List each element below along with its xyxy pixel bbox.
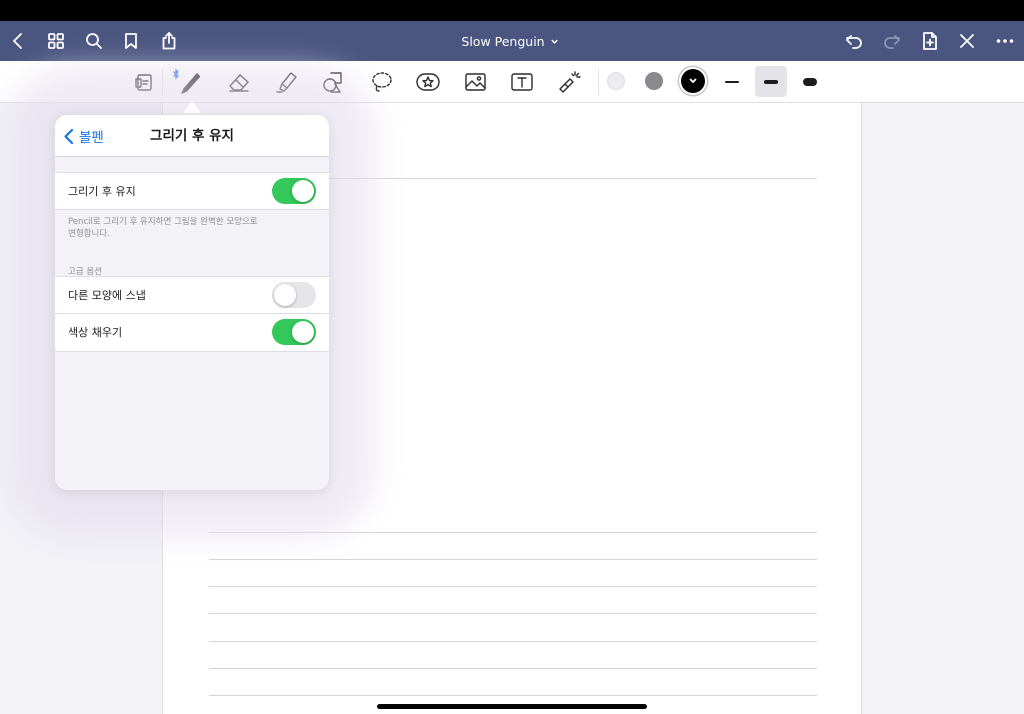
chevron-down-icon (550, 39, 558, 44)
ruled-line (209, 668, 817, 669)
ruled-line (209, 641, 817, 642)
toggle-row-snap: 다른 모양에 스냅 (55, 276, 329, 314)
grid-icon[interactable] (41, 21, 71, 61)
width-thick[interactable] (794, 66, 826, 97)
lasso-icon[interactable] (364, 66, 398, 98)
document-title-text: Slow Penguin (461, 33, 545, 49)
document-title[interactable]: Slow Penguin (430, 21, 590, 61)
laser-pointer-icon[interactable] (552, 66, 586, 98)
fill-color-toggle[interactable] (272, 319, 316, 345)
image-icon[interactable] (458, 66, 492, 98)
undo-icon[interactable] (839, 21, 869, 61)
more-icon[interactable] (990, 21, 1020, 61)
color-gray[interactable] (645, 72, 663, 90)
popover-title: 그리기 후 유지 (150, 128, 234, 144)
toggle-label: 다른 모양에 스냅 (68, 289, 146, 302)
width-thin[interactable] (716, 66, 748, 97)
back-icon[interactable] (3, 21, 33, 61)
ruled-line (209, 695, 817, 696)
toggle-label: 색상 채우기 (68, 326, 123, 339)
toggle-knob (292, 180, 314, 202)
ruled-line (209, 586, 817, 587)
shape-settings-popover: 볼펜 그리기 후 유지 그리기 후 유지 Pencil로 그리기 후 유지하면 … (55, 115, 329, 490)
share-icon[interactable] (154, 21, 184, 61)
toolbar-divider (598, 69, 599, 95)
popover-header: 볼펜 그리기 후 유지 (55, 115, 329, 157)
footnote: Pencil로 그리기 후 유지하면 그림을 완벽한 모양으로 변형합니다. (68, 217, 258, 239)
toggle-knob (274, 284, 296, 306)
popover-arrow (183, 101, 201, 113)
add-page-icon[interactable] (915, 21, 945, 61)
close-icon[interactable] (952, 21, 982, 61)
search-icon[interactable] (79, 21, 109, 61)
toggle-row-hold-shape: 그리기 후 유지 (55, 172, 329, 210)
status-bar (0, 0, 1024, 21)
toggle-row-fill: 색상 채우기 (55, 314, 329, 352)
chevron-down-icon (689, 78, 697, 84)
color-black-selected[interactable] (681, 69, 705, 93)
snap-toggle[interactable] (272, 282, 316, 308)
width-medium[interactable] (755, 66, 787, 97)
color-light-gray[interactable] (607, 72, 625, 90)
text-icon[interactable] (505, 66, 539, 98)
hold-shape-toggle[interactable] (272, 178, 316, 204)
ruled-line (209, 559, 817, 560)
redo-icon[interactable] (877, 21, 907, 61)
ruled-line (209, 613, 817, 614)
toggle-label: 그리기 후 유지 (68, 185, 136, 198)
home-indicator[interactable] (377, 704, 647, 709)
bookmark-icon[interactable] (116, 21, 146, 61)
elements-icon[interactable] (411, 66, 445, 98)
nav-bar: Slow Penguin (0, 21, 1024, 61)
toggle-knob (292, 321, 314, 343)
